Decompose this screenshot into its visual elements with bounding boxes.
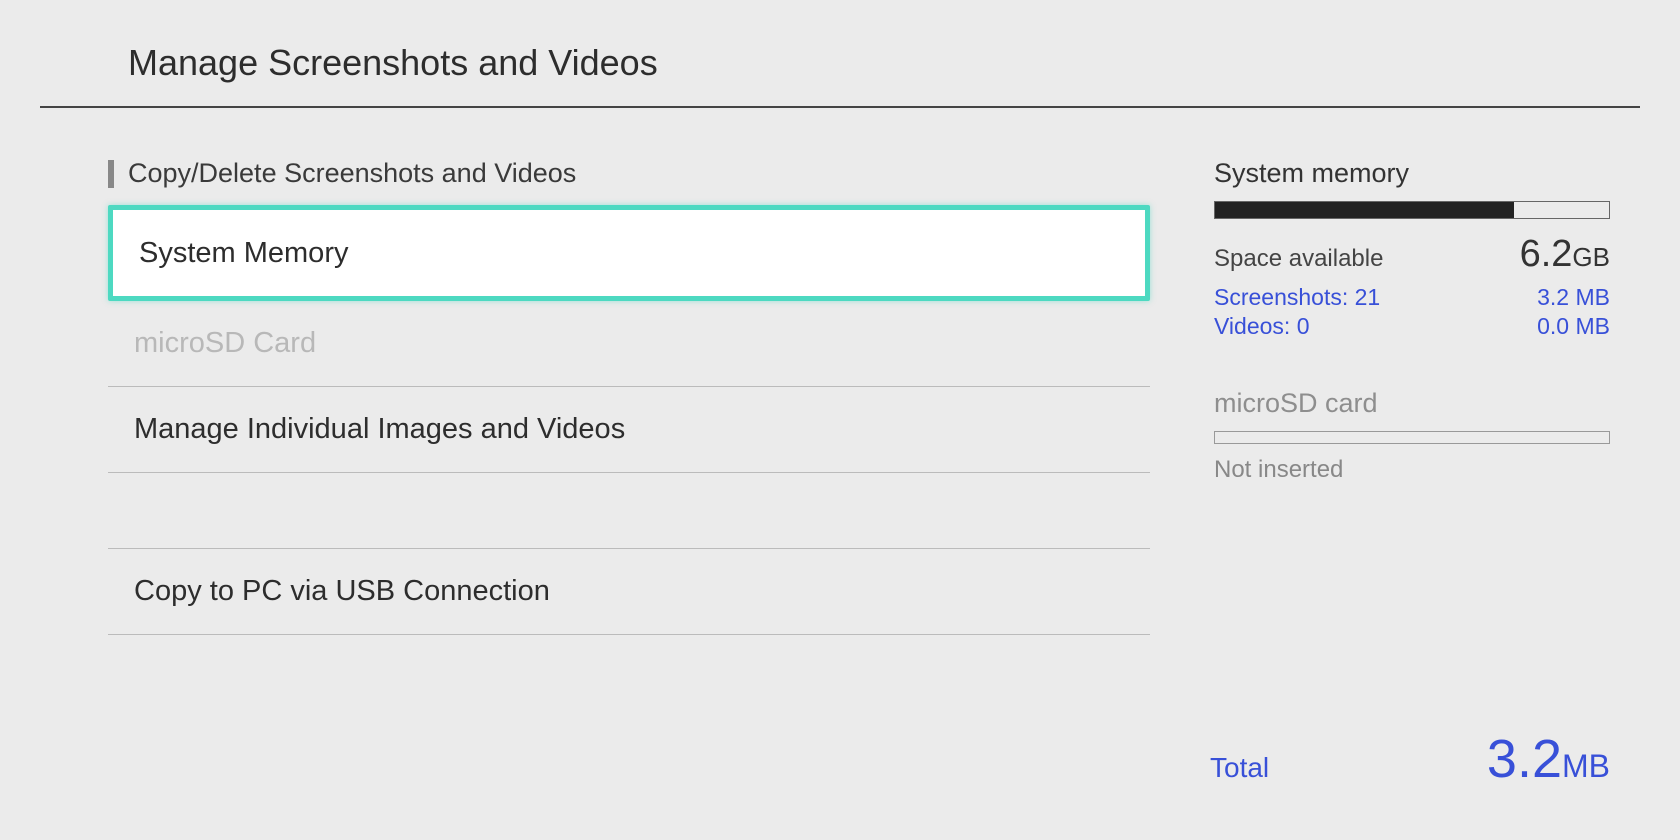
space-available-row: Space available 6.2GB bbox=[1214, 233, 1610, 276]
section-marker-icon bbox=[108, 160, 114, 188]
progress-fill bbox=[1215, 202, 1514, 218]
space-available-label: Space available bbox=[1214, 245, 1383, 273]
section-label: Copy/Delete Screenshots and Videos bbox=[128, 158, 576, 189]
microsd-block: microSD card Not inserted bbox=[1214, 388, 1610, 484]
menu-item-label: Copy to PC via USB Connection bbox=[134, 575, 550, 608]
microsd-status: Not inserted bbox=[1214, 456, 1610, 484]
storage-column: System memory Space available 6.2GB Scre… bbox=[1190, 158, 1680, 635]
screenshots-size: 3.2 MB bbox=[1537, 284, 1610, 311]
total-value-container: 3.2MB bbox=[1487, 728, 1610, 790]
system-memory-block: System memory Space available 6.2GB Scre… bbox=[1214, 158, 1610, 340]
menu-item-label: microSD Card bbox=[134, 327, 316, 360]
menu-spacer bbox=[108, 473, 1150, 549]
system-memory-title: System memory bbox=[1214, 158, 1610, 189]
menu-item-microsd-card[interactable]: microSD Card bbox=[108, 301, 1150, 387]
menu-item-label: Manage Individual Images and Videos bbox=[134, 413, 625, 446]
content-area: Copy/Delete Screenshots and Videos Syste… bbox=[0, 158, 1680, 635]
menu-item-copy-to-pc[interactable]: Copy to PC via USB Connection bbox=[108, 549, 1150, 635]
section-header: Copy/Delete Screenshots and Videos bbox=[108, 158, 1150, 189]
menu-column: Copy/Delete Screenshots and Videos Syste… bbox=[0, 158, 1190, 635]
total-label: Total bbox=[1210, 752, 1269, 784]
videos-label: Videos: 0 bbox=[1214, 313, 1309, 340]
videos-size: 0.0 MB bbox=[1537, 313, 1610, 340]
total-row: Total 3.2MB bbox=[1210, 728, 1610, 790]
microsd-progress bbox=[1214, 431, 1610, 444]
screenshots-row: Screenshots: 21 3.2 MB bbox=[1214, 284, 1610, 311]
videos-row: Videos: 0 0.0 MB bbox=[1214, 313, 1610, 340]
menu-item-system-memory[interactable]: System Memory bbox=[108, 205, 1150, 301]
screenshots-label: Screenshots: 21 bbox=[1214, 284, 1380, 311]
page-title: Manage Screenshots and Videos bbox=[128, 42, 1640, 84]
menu-item-label: System Memory bbox=[139, 237, 348, 270]
space-available-value: 6.2GB bbox=[1520, 233, 1610, 276]
system-memory-progress bbox=[1214, 201, 1610, 219]
microsd-title: microSD card bbox=[1214, 388, 1610, 419]
menu-list: System Memory microSD Card Manage Indivi… bbox=[108, 205, 1150, 635]
menu-item-manage-individual[interactable]: Manage Individual Images and Videos bbox=[108, 387, 1150, 473]
page-header: Manage Screenshots and Videos bbox=[40, 0, 1640, 108]
total-unit: MB bbox=[1562, 748, 1610, 784]
total-value: 3.2 bbox=[1487, 729, 1562, 789]
